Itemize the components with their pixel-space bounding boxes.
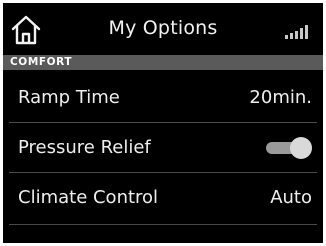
climate-control-label: Climate Control (18, 187, 159, 208)
device-screen: My Options COMFORT Ramp Time 20min. Pres… (3, 3, 323, 243)
row-divider (9, 224, 317, 225)
ramp-time-label: Ramp Time (18, 87, 120, 108)
pressure-relief-row[interactable]: Pressure Relief (3, 128, 323, 169)
header-bar: My Options (3, 3, 323, 55)
row-divider (9, 172, 317, 173)
row-divider (9, 122, 317, 123)
toggle-knob (290, 137, 312, 159)
climate-control-value: Auto (270, 187, 312, 208)
climate-control-row[interactable]: Climate Control Auto (3, 178, 323, 219)
ramp-time-value: 20min. (249, 87, 312, 108)
section-header-comfort: COMFORT (3, 55, 323, 70)
pressure-relief-label: Pressure Relief (18, 137, 151, 158)
signal-strength-icon (285, 25, 308, 39)
page-title: My Options (108, 17, 218, 39)
section-label: COMFORT (10, 56, 73, 68)
pressure-relief-toggle[interactable] (266, 137, 312, 159)
ramp-time-row[interactable]: Ramp Time 20min. (3, 78, 323, 119)
